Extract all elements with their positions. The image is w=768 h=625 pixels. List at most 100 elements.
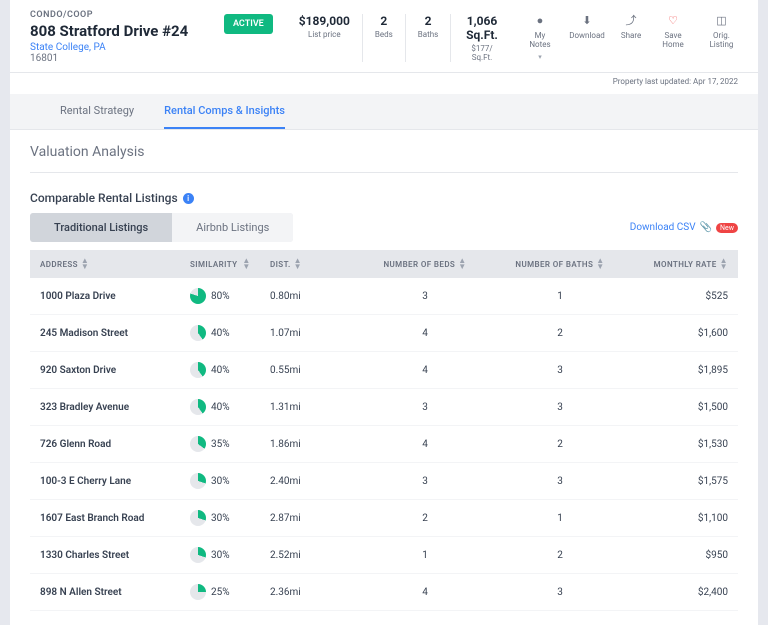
stat-beds: 2 [375, 14, 393, 28]
cell-distance: 1.86mi [270, 439, 350, 450]
cell-rate: $1,600 [628, 328, 728, 339]
download-button[interactable]: ⬇Download [569, 12, 605, 62]
similarity-pie-icon [190, 288, 206, 304]
tab-traditional[interactable]: Traditional Listings [30, 213, 172, 242]
cell-similarity: 40% [190, 325, 270, 341]
share-button[interactable]: ⤴Share [621, 12, 641, 62]
tab-airbnb[interactable]: Airbnb Listings [172, 213, 293, 242]
similarity-pie-icon [190, 510, 206, 526]
col-similarity[interactable]: SIMILARITY▲▼ [190, 258, 270, 270]
note-icon: ● [532, 12, 548, 28]
property-city[interactable]: State College, PA [30, 42, 210, 53]
main-tabs: Rental Strategy Rental Comps & Insights [10, 94, 758, 130]
stat-baths: 2 [418, 14, 439, 28]
tab-rental-comps[interactable]: Rental Comps & Insights [164, 94, 285, 129]
cell-baths: 1 [500, 291, 620, 302]
cell-beds: 3 [350, 291, 500, 302]
listing-tabs: Traditional Listings Airbnb Listings [30, 213, 293, 242]
property-zip: 16801 [30, 53, 210, 64]
cell-distance: 0.80mi [270, 291, 350, 302]
cell-similarity: 35% [190, 436, 270, 452]
table-row[interactable]: 1000 Plaza Drive80%0.80mi31 $525 [30, 278, 738, 315]
cell-rate: $1,500 [628, 402, 728, 413]
property-header: CONDO/COOP 808 Stratford Drive #24 State… [10, 0, 758, 73]
tab-rental-strategy[interactable]: Rental Strategy [60, 94, 134, 129]
new-badge: New [716, 223, 738, 233]
cell-beds: 4 [350, 365, 500, 376]
property-address: 808 Stratford Drive #24 [30, 22, 210, 40]
cell-beds: 3 [350, 476, 500, 487]
cell-beds: 4 [350, 439, 500, 450]
table-row[interactable]: 726 Glenn Road35%1.86mi42$1,530 [30, 426, 738, 463]
similarity-pie-icon [190, 584, 206, 600]
cell-beds: 4 [350, 328, 500, 339]
my-notes-button[interactable]: ●My Notes▾ [527, 12, 553, 62]
share-icon: ⤴ [623, 12, 639, 28]
external-icon: ◫ [713, 12, 729, 28]
info-icon[interactable]: i [183, 193, 194, 204]
cell-distance: 2.52mi [270, 550, 350, 561]
cell-similarity: 40% [190, 399, 270, 415]
cell-baths: 3 [500, 402, 620, 413]
cell-distance: 2.40mi [270, 476, 350, 487]
cell-address: 245 Madison Street [40, 328, 190, 339]
cell-rate: $1,530 [628, 439, 728, 450]
cell-similarity: 80% [190, 288, 270, 304]
cell-beds: 2 [350, 513, 500, 524]
download-csv-button[interactable]: Download CSV 📎New [630, 222, 738, 233]
property-stats: $189,000List price 2Beds 2Baths 1,066 Sq… [287, 14, 513, 62]
col-distance[interactable]: DIST.▲▼ [270, 258, 350, 270]
cell-address: 1330 Charles Street [40, 550, 190, 561]
cell-address: 920 Saxton Drive [40, 365, 190, 376]
orig-listing-button[interactable]: ◫Orig. Listing [705, 12, 738, 62]
sort-icon: ▲▼ [596, 258, 604, 270]
table-row[interactable]: 323 Bradley Avenue40%1.31mi33$1,500 [30, 389, 738, 426]
comps-table: ADDRESS▲▼ SIMILARITY▲▼ DIST.▲▼ NUMBER OF… [30, 250, 738, 611]
sort-icon: ▲▼ [294, 258, 302, 270]
cell-distance: 2.36mi [270, 587, 350, 598]
cell-distance: 2.87mi [270, 513, 350, 524]
table-row[interactable]: 245 Madison Street40%1.07mi42 $1,600 [30, 315, 738, 352]
cell-rate: $950 [628, 550, 728, 561]
cell-distance: 1.31mi [270, 402, 350, 413]
cell-address: 100-3 E Cherry Lane [40, 476, 190, 487]
similarity-pie-icon [190, 473, 206, 489]
save-home-button[interactable]: ♡Save Home [657, 12, 689, 62]
cell-rate: $1,895 [628, 365, 728, 376]
cell-address: 1000 Plaza Drive [40, 291, 190, 302]
last-updated: Property last updated: Apr 17, 2022 [10, 73, 758, 94]
cell-distance: 1.07mi [270, 328, 350, 339]
heart-icon: ♡ [665, 12, 681, 28]
cell-similarity: 30% [190, 510, 270, 526]
similarity-pie-icon [190, 362, 206, 378]
property-type: CONDO/COOP [30, 10, 210, 20]
col-rate[interactable]: MONTHLY RATE▲▼ [628, 258, 728, 270]
table-row[interactable]: 1330 Charles Street30%2.52mi12$950 [30, 537, 738, 574]
cell-baths: 3 [500, 587, 620, 598]
cell-baths: 3 [500, 365, 620, 376]
cell-similarity: 30% [190, 473, 270, 489]
table-row[interactable]: 898 N Allen Street25%2.36mi43$2,400 [30, 574, 738, 611]
cell-rate: $2,400 [628, 587, 728, 598]
similarity-pie-icon [190, 436, 206, 452]
col-address[interactable]: ADDRESS▲▼ [40, 258, 190, 270]
similarity-pie-icon [190, 325, 206, 341]
cell-rate: $1,100 [628, 513, 728, 524]
download-icon: ⬇ [579, 12, 595, 28]
table-row[interactable]: 100-3 E Cherry Lane30%2.40mi33$1,575 [30, 463, 738, 500]
cell-baths: 2 [500, 439, 620, 450]
sort-icon: ▲▼ [81, 258, 89, 270]
cell-address: 898 N Allen Street [40, 587, 190, 598]
cell-beds: 3 [350, 402, 500, 413]
col-beds[interactable]: NUMBER OF BEDS▲▼ [350, 258, 500, 270]
sort-icon: ▲▼ [458, 258, 466, 270]
cell-similarity: 40% [190, 362, 270, 378]
cell-distance: 0.55mi [270, 365, 350, 376]
similarity-pie-icon [190, 399, 206, 415]
table-row[interactable]: 920 Saxton Drive40%0.55mi43 $1,895 [30, 352, 738, 389]
cell-beds: 1 [350, 550, 500, 561]
cell-rate: $525 [628, 291, 728, 302]
col-baths[interactable]: NUMBER OF BATHS▲▼ [500, 258, 620, 270]
cell-baths: 2 [500, 328, 620, 339]
table-row[interactable]: 1607 East Branch Road30%2.87mi21$1,100 [30, 500, 738, 537]
